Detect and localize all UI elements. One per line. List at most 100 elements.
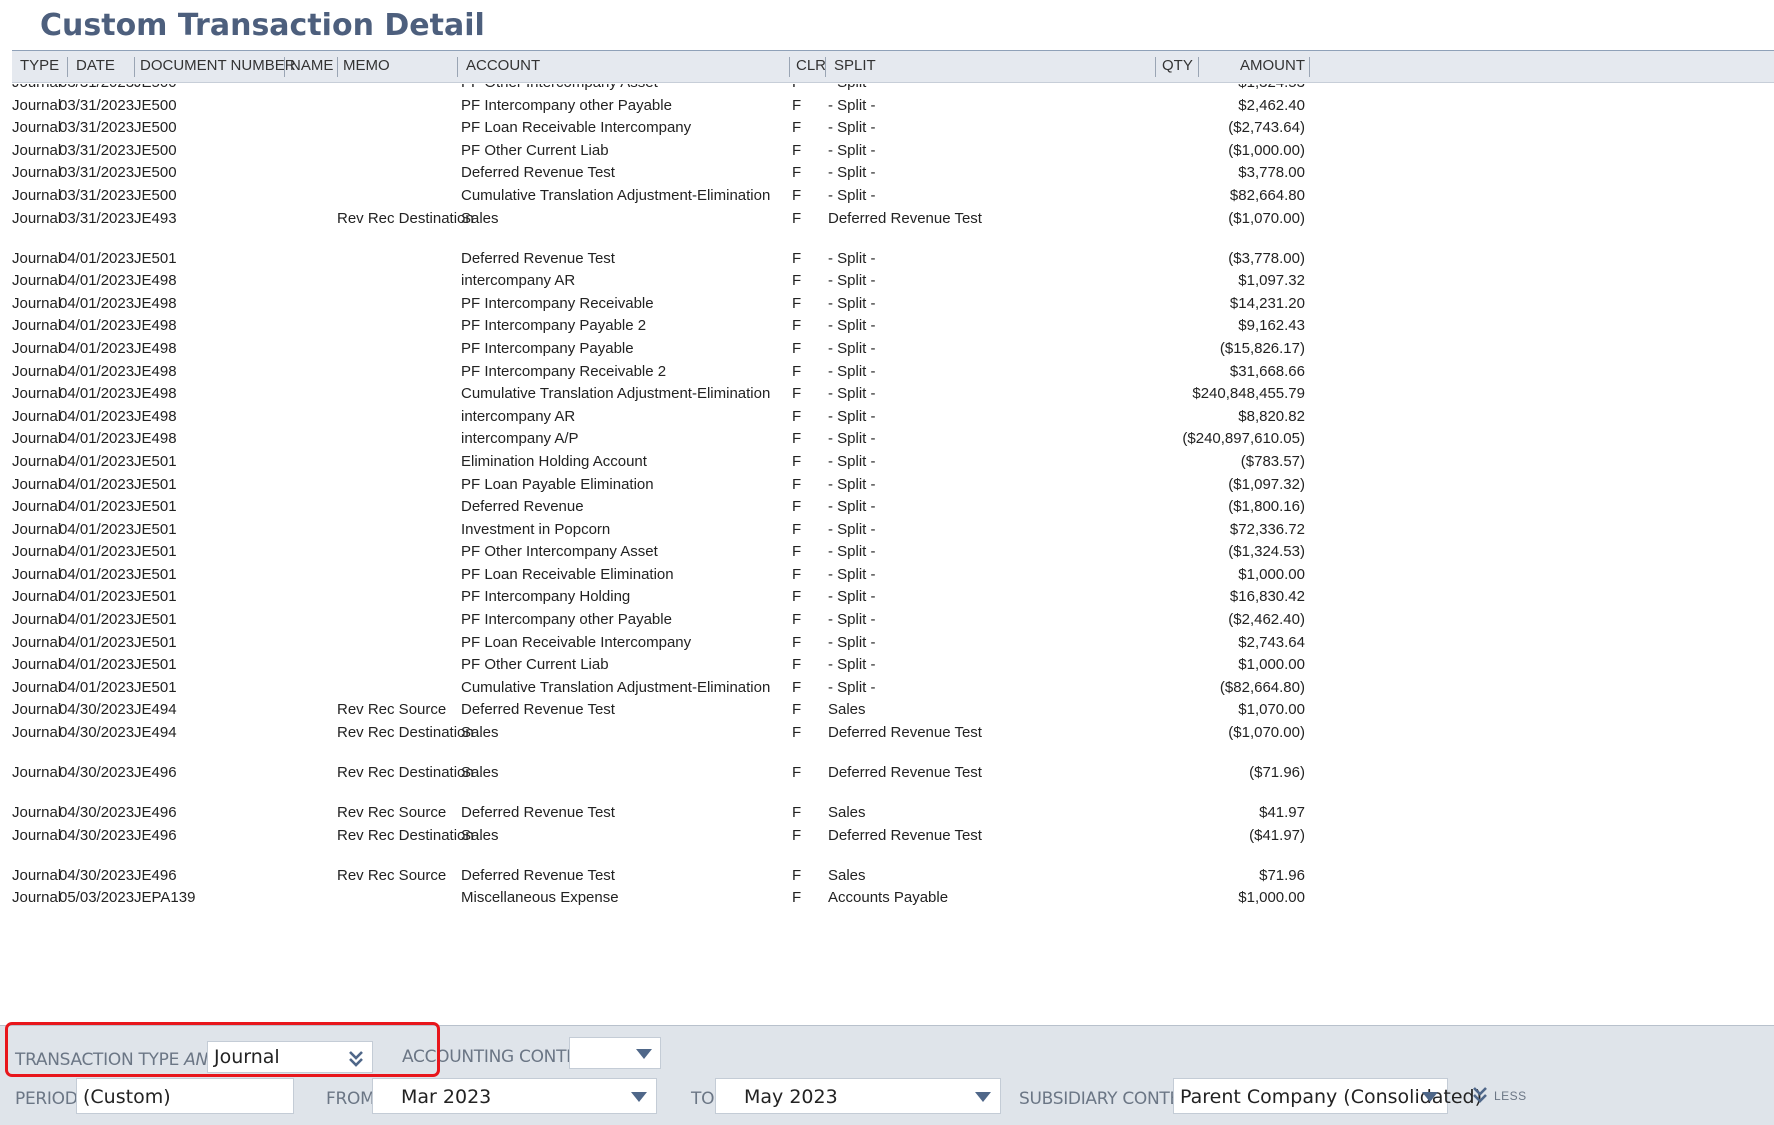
table-row[interactable]: Journal 03/31/2023 JE500 PF Intercompany ot… xyxy=(12,95,1774,118)
cell-type[interactable]: Journal xyxy=(12,294,61,314)
cell-doc[interactable]: JE496 xyxy=(134,763,177,783)
cell-type[interactable]: Journal xyxy=(12,429,61,449)
cell-type[interactable]: Journal xyxy=(12,452,61,472)
subsidiary-context-select[interactable]: Parent Company (Consolidated) xyxy=(1173,1078,1482,1114)
cell-type[interactable]: Journal xyxy=(12,249,61,269)
col-header-date[interactable]: DATE xyxy=(76,56,115,76)
cell-type[interactable]: Journal xyxy=(12,271,61,291)
cell-doc[interactable]: JE500 xyxy=(134,163,177,183)
col-header-qty[interactable]: QTY xyxy=(1162,56,1193,76)
cell-type[interactable]: Journal xyxy=(12,520,61,540)
cell-doc[interactable]: JE498 xyxy=(134,271,177,291)
table-row[interactable]: Journal 04/01/2023 JE501 PF Intercompany Ho… xyxy=(12,586,1774,609)
table-row[interactable]: Journal 03/31/2023 JE500 PF Other Current L… xyxy=(12,140,1774,163)
cell-doc[interactable]: JE498 xyxy=(134,407,177,427)
dropdown-arrow-icon[interactable] xyxy=(975,1092,991,1102)
cell-type[interactable]: Journal xyxy=(12,209,61,229)
table-row[interactable]: Journal 04/01/2023 JE501 PF Other Intercomp… xyxy=(12,541,1774,564)
table-row[interactable]: Journal 04/01/2023 JE501 PF Intercompany ot… xyxy=(12,609,1774,632)
cell-doc[interactable]: JE501 xyxy=(134,452,177,472)
col-header-name[interactable]: NAME xyxy=(290,56,333,76)
col-header-split[interactable]: SPLIT xyxy=(834,56,876,76)
cell-doc[interactable]: JE493 xyxy=(134,209,177,229)
table-row[interactable]: Journal03/31/2023JE500 PF Other Intercomp… xyxy=(12,84,1774,95)
cell-type[interactable]: Journal xyxy=(12,655,61,675)
cell-type[interactable]: Journal xyxy=(12,763,61,783)
cell-type[interactable]: Journal xyxy=(12,866,61,886)
cell-type[interactable]: Journal xyxy=(12,700,61,720)
period-field[interactable]: (Custom) xyxy=(76,1078,294,1114)
cell-type[interactable]: Journal xyxy=(12,163,61,183)
cell-doc[interactable]: JE501 xyxy=(134,542,177,562)
cell-doc[interactable]: JE501 xyxy=(134,475,177,495)
cell-type[interactable]: Journal xyxy=(12,186,61,206)
cell-type[interactable]: Journal xyxy=(12,542,61,562)
table-row[interactable]: Journal 04/30/2023 JE496 Rev Rec Destinatio… xyxy=(12,825,1774,865)
table-row[interactable]: Journal 04/01/2023 JE498 PF Intercompany Re… xyxy=(12,293,1774,316)
cell-type[interactable]: Journal xyxy=(12,384,61,404)
dropdown-arrow-icon[interactable] xyxy=(631,1092,647,1102)
cell-type[interactable]: Journal xyxy=(12,475,61,495)
table-row[interactable]: Journal 04/01/2023 JE501 PF Loan Payable El… xyxy=(12,474,1774,497)
cell-doc[interactable]: JE496 xyxy=(134,826,177,846)
table-row[interactable]: Journal 04/01/2023 JE501 Elimination Holdin… xyxy=(12,451,1774,474)
table-row[interactable]: Journal 04/01/2023 JE498 intercompany AR F - … xyxy=(12,270,1774,293)
cell-doc[interactable]: JE494 xyxy=(134,700,177,720)
cell-doc[interactable]: JE500 xyxy=(134,141,177,161)
cell-doc[interactable]: JE494 xyxy=(134,723,177,743)
cell-doc[interactable]: JE496 xyxy=(134,866,177,886)
cell-type[interactable]: Journal xyxy=(12,803,61,823)
table-row[interactable]: Journal 04/01/2023 JE501 Investment in Popc… xyxy=(12,519,1774,542)
table-row[interactable]: Journal 03/31/2023 JE500 Cumulative Transla… xyxy=(12,185,1774,208)
cell-type[interactable]: Journal xyxy=(12,118,61,138)
cell-type[interactable]: Journal xyxy=(12,678,61,698)
table-row[interactable]: Journal 04/01/2023 JE498 PF Intercompany Pa… xyxy=(12,338,1774,361)
dropdown-arrow-icon[interactable] xyxy=(636,1049,652,1059)
cell-doc[interactable]: JE498 xyxy=(134,316,177,336)
cell-type[interactable]: Journal xyxy=(12,339,61,359)
table-row[interactable]: Journal 04/30/2023 JE494 Rev Rec Source Defe… xyxy=(12,699,1774,722)
table-row[interactable]: Journal 04/01/2023 JE501 PF Loan Receivable… xyxy=(12,564,1774,587)
cell-type[interactable]: Journal xyxy=(12,826,61,846)
cell-type[interactable]: Journal xyxy=(12,316,61,336)
cell-doc[interactable]: JE501 xyxy=(134,520,177,540)
cell-doc[interactable]: JE501 xyxy=(134,565,177,585)
cell-type[interactable]: Journal xyxy=(12,633,61,653)
table-row[interactable]: Journal 04/01/2023 JE498 PF Intercompany Re… xyxy=(12,361,1774,384)
table-row[interactable]: Journal 04/01/2023 JE501 PF Other Current L… xyxy=(12,654,1774,677)
cell-doc[interactable]: JE501 xyxy=(134,587,177,607)
cell-doc[interactable]: JE501 xyxy=(134,497,177,517)
less-toggle[interactable]: LESS xyxy=(1472,1083,1532,1109)
cell-doc[interactable]: JE500 xyxy=(134,96,177,116)
cell-doc[interactable]: JE498 xyxy=(134,339,177,359)
cell-doc[interactable]: JE500 xyxy=(134,118,177,138)
cell-type[interactable]: Journal xyxy=(12,362,61,382)
col-header-clr[interactable]: CLR xyxy=(796,56,826,76)
cell-doc[interactable]: JE501 xyxy=(134,610,177,630)
cell-doc[interactable]: JE501 xyxy=(134,678,177,698)
cell-type[interactable]: Journal xyxy=(12,888,61,908)
table-row[interactable]: Journal 05/03/2023 JEPA139 Miscellaneous Ex… xyxy=(12,887,1774,910)
cell-type[interactable]: Journal xyxy=(12,84,61,93)
col-header-account[interactable]: ACCOUNT xyxy=(466,56,540,76)
table-row[interactable]: Journal 03/31/2023 JE493 Rev Rec Destinatio… xyxy=(12,208,1774,248)
cell-type[interactable]: Journal xyxy=(12,565,61,585)
col-header-type[interactable]: TYPE xyxy=(20,56,59,76)
cell-doc[interactable]: JE496 xyxy=(134,803,177,823)
table-row[interactable]: Journal 04/30/2023 JE496 Rev Rec Destinatio… xyxy=(12,762,1774,802)
table-row[interactable]: Journal 04/01/2023 JE498 intercompany AR F - … xyxy=(12,406,1774,429)
col-header-amount[interactable]: AMOUNT xyxy=(1240,56,1305,76)
table-row[interactable]: Journal 04/01/2023 JE498 intercompany A/P F -… xyxy=(12,428,1774,451)
cell-doc[interactable]: JE498 xyxy=(134,384,177,404)
table-row[interactable]: Journal 04/01/2023 JE501 PF Loan Receivable… xyxy=(12,632,1774,655)
cell-doc[interactable]: JE498 xyxy=(134,429,177,449)
to-period-select[interactable]: May 2023 xyxy=(715,1078,1001,1114)
table-row[interactable]: Journal 04/30/2023 JE496 Rev Rec Source Defe… xyxy=(12,802,1774,825)
cell-doc[interactable]: JE498 xyxy=(134,294,177,314)
table-row[interactable]: Journal 03/31/2023 JE500 PF Loan Receivable… xyxy=(12,117,1774,140)
cell-doc[interactable]: JE501 xyxy=(134,655,177,675)
cell-type[interactable]: Journal xyxy=(12,96,61,116)
accounting-context-select[interactable] xyxy=(569,1037,661,1069)
results-table[interactable]: Journal03/31/2023JE500PF Other Intercomp… xyxy=(12,84,1774,1025)
table-row[interactable]: Journal 04/30/2023 JE494 Rev Rec Destinatio… xyxy=(12,722,1774,762)
